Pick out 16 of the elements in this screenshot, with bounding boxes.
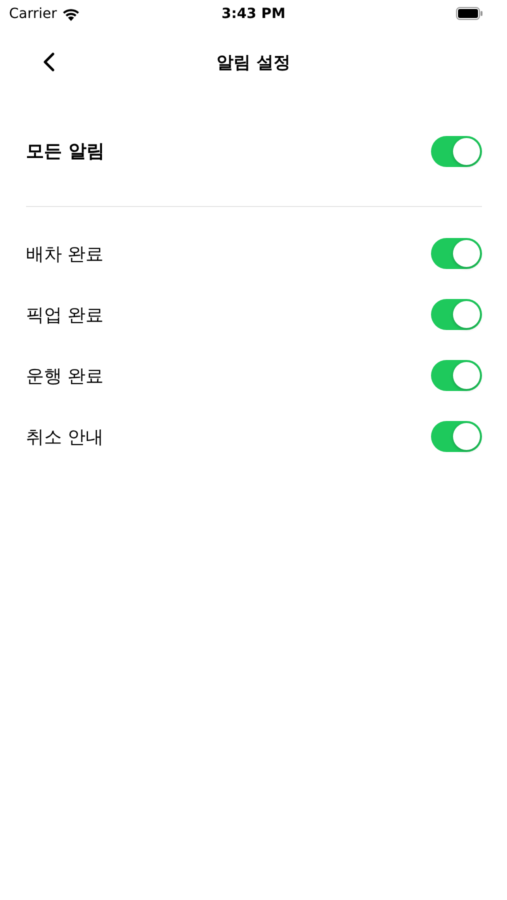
setting-label: 모든 알림	[26, 140, 104, 163]
toggle-switch[interactable]	[431, 299, 482, 330]
setting-label: 배차 완료	[26, 242, 104, 266]
battery-icon	[456, 6, 483, 20]
toggle-switch[interactable]	[431, 421, 482, 452]
setting-label: 픽업 완료	[26, 304, 104, 326]
status-time: 3:43 PM	[222, 6, 286, 22]
wifi-icon	[62, 8, 80, 20]
screen-title: 알림 설정	[216, 52, 290, 74]
back-icon[interactable]	[43, 52, 55, 72]
toggle-switch[interactable]	[431, 238, 482, 269]
setting-label: 운행 완료	[26, 364, 104, 388]
carrier-name: Carrier	[9, 6, 57, 22]
toggle-switch[interactable]	[431, 136, 482, 166]
toggle-switch[interactable]	[431, 360, 482, 391]
setting-label: 취소 안내	[26, 426, 104, 448]
